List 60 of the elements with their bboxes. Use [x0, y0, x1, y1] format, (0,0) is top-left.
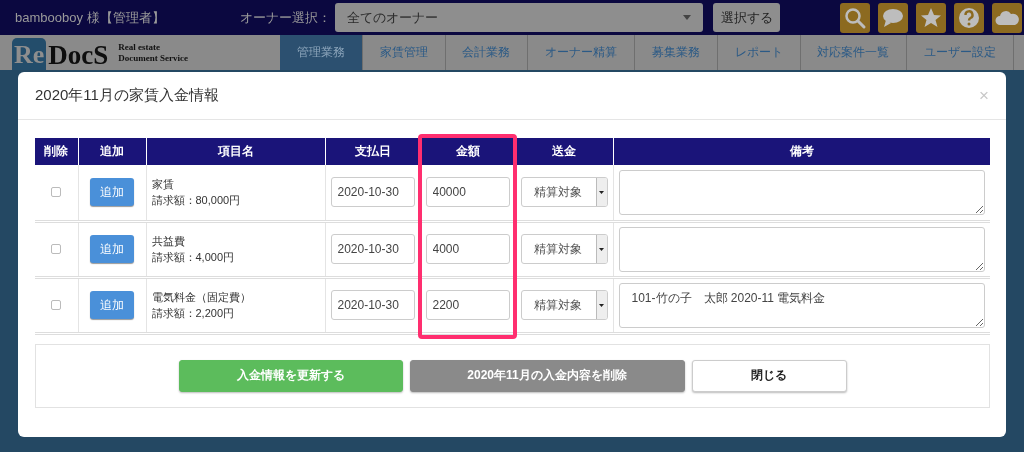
logo-mark: Re: [12, 38, 47, 70]
add-button[interactable]: 追加: [90, 178, 134, 207]
nav-tab[interactable]: 募集業務: [635, 35, 718, 70]
column-header: 追加: [78, 138, 146, 165]
logo-tagline: Document Service: [118, 53, 189, 64]
note-field[interactable]: 101-竹の子 太郎 2020-11 電気料金: [618, 282, 985, 328]
user-name: bambooboy 様【管理者】: [15, 8, 166, 27]
amount-field[interactable]: 4000: [425, 234, 510, 264]
caret-icon: [599, 190, 604, 194]
nav-tab[interactable]: 管理業務: [280, 35, 363, 70]
amount-field[interactable]: 2200: [425, 290, 510, 320]
cloud-button[interactable]: [992, 2, 1022, 33]
nav-tab[interactable]: レポート: [717, 35, 801, 70]
nav-tab[interactable]: 対応案件一覧: [800, 35, 908, 70]
owner-select[interactable]: 全てのオーナー: [335, 3, 703, 32]
star-button[interactable]: [916, 2, 946, 33]
nav-tab[interactable]: 会計業務: [445, 35, 529, 70]
date-field[interactable]: 2020-10-30: [330, 234, 415, 264]
search-button[interactable]: [840, 2, 870, 33]
item-name: 電気料金（固定費）: [151, 290, 252, 305]
date-field[interactable]: 2020-10-30: [330, 177, 415, 208]
billing-amount: 請求額：80,000円: [151, 193, 242, 209]
note-field[interactable]: [618, 169, 985, 215]
billing-amount: 請求額：4,000円: [151, 250, 236, 265]
column-header: 送金: [515, 138, 613, 165]
column-header: 金額: [420, 138, 515, 165]
nav-tab[interactable]: オーナー精算: [528, 35, 635, 70]
column-header: 削除: [35, 138, 78, 165]
note-field[interactable]: [618, 226, 985, 272]
delete-checkbox[interactable]: [51, 187, 62, 198]
column-header: 支払日: [325, 138, 420, 165]
caret-icon: [683, 15, 691, 20]
select-button[interactable]: 選択する: [713, 3, 780, 32]
logo-name: DocS: [48, 40, 109, 70]
owner-label: オーナー選択：: [240, 8, 331, 27]
help-button[interactable]: [954, 2, 984, 33]
remittance-select[interactable]: 精算対象: [520, 177, 608, 208]
remittance-select[interactable]: 精算対象: [520, 290, 608, 320]
add-button[interactable]: 追加: [90, 235, 134, 263]
amount-field[interactable]: 40000: [425, 177, 510, 208]
item-name: 家賃: [151, 177, 175, 193]
add-button[interactable]: 追加: [90, 291, 134, 319]
date-field[interactable]: 2020-10-30: [330, 290, 415, 320]
caret-icon: [599, 303, 604, 307]
footer-button[interactable]: 2020年11月の入金内容を削除: [409, 359, 685, 392]
modal-title: 2020年11月の家賃入金情報: [35, 86, 219, 105]
remittance-select[interactable]: 精算対象: [520, 234, 608, 264]
nav-tab[interactable]: 家賃管理: [362, 35, 446, 70]
speech-bubble-button[interactable]: [878, 2, 908, 33]
column-header: 備考: [613, 138, 990, 165]
logo-tagline: Real estate: [118, 42, 162, 53]
caret-icon: [599, 247, 604, 251]
delete-checkbox[interactable]: [51, 244, 62, 254]
footer-button[interactable]: 閉じる: [691, 359, 847, 392]
delete-checkbox[interactable]: [51, 300, 62, 310]
footer-button[interactable]: 入金情報を更新する: [178, 359, 403, 392]
item-name: 共益費: [151, 234, 186, 249]
column-header: 項目名: [146, 138, 325, 165]
billing-amount: 請求額：2,200円: [151, 306, 236, 321]
nav-tab[interactable]: ユーザー設定: [907, 35, 1014, 70]
